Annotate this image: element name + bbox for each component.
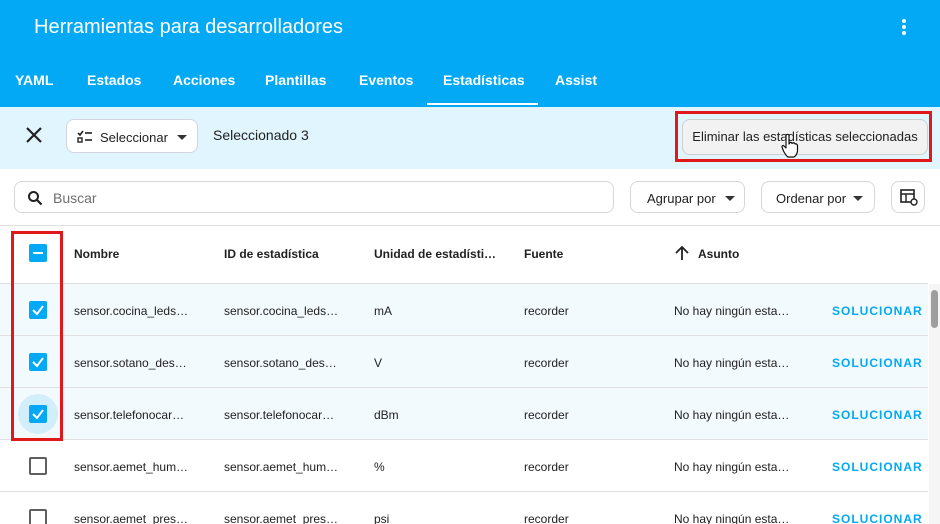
cell-issue: No hay ningún esta… bbox=[674, 356, 790, 370]
search-icon bbox=[28, 191, 43, 206]
fix-button[interactable]: SOLUCIONAR bbox=[832, 304, 923, 318]
column-header-name[interactable]: Nombre bbox=[74, 247, 119, 261]
cell-issue: No hay ningún esta… bbox=[674, 408, 790, 422]
chevron-down-icon bbox=[853, 196, 863, 201]
cell-name: sensor.telefonocar… bbox=[74, 408, 185, 422]
table-row[interactable]: sensor.cocina_leds… sensor.cocina_leds… … bbox=[0, 283, 928, 335]
row-checkbox[interactable] bbox=[29, 405, 47, 423]
fix-button[interactable]: SOLUCIONAR bbox=[832, 512, 923, 524]
row-checkbox[interactable] bbox=[29, 301, 47, 319]
table-row[interactable]: sensor.sotano_des… sensor.sotano_des… V … bbox=[0, 335, 928, 387]
tab-plantillas[interactable]: Plantillas bbox=[265, 72, 326, 88]
tab-eventos[interactable]: Eventos bbox=[359, 72, 413, 88]
cell-name: sensor.sotano_des… bbox=[74, 356, 187, 370]
column-header-issue[interactable]: Asunto bbox=[698, 247, 739, 261]
cell-source: recorder bbox=[524, 304, 569, 318]
sort-by-label: Ordenar por bbox=[776, 191, 847, 206]
tab-assist[interactable]: Assist bbox=[555, 72, 597, 88]
cell-issue: No hay ningún esta… bbox=[674, 460, 790, 474]
page-title: Herramientas para desarrolladores bbox=[34, 16, 344, 38]
cell-id: sensor.telefonocar… bbox=[224, 408, 335, 422]
hand-cursor-icon bbox=[781, 133, 799, 158]
select-mode-label: Seleccionar bbox=[100, 130, 168, 145]
search-field[interactable] bbox=[14, 181, 614, 213]
cell-name: sensor.aemet_pres… bbox=[74, 512, 189, 524]
scrollbar-thumb[interactable] bbox=[931, 290, 938, 328]
chevron-down-icon bbox=[725, 196, 735, 201]
group-by-label: Agrupar por bbox=[647, 191, 716, 206]
checklist-icon bbox=[77, 130, 92, 143]
cell-source: recorder bbox=[524, 356, 569, 370]
cell-source: recorder bbox=[524, 408, 569, 422]
cell-unit: V bbox=[374, 356, 383, 370]
cell-unit: psi bbox=[374, 512, 390, 524]
cell-issue: No hay ningún esta… bbox=[674, 512, 790, 524]
tab-yaml[interactable]: YAML bbox=[15, 72, 53, 88]
table-row[interactable]: sensor.aemet_hum… sensor.aemet_hum… % re… bbox=[0, 439, 928, 491]
search-input[interactable] bbox=[53, 188, 593, 208]
tab-estadisticas[interactable]: Estadísticas bbox=[443, 72, 525, 88]
sort-by-button[interactable]: Ordenar por bbox=[761, 181, 875, 213]
row-checkbox[interactable] bbox=[29, 509, 47, 524]
sort-ascending-icon[interactable] bbox=[674, 245, 690, 261]
group-by-button[interactable]: Agrupar por bbox=[630, 181, 745, 213]
cell-id: sensor.cocina_leds… bbox=[224, 304, 339, 318]
cell-id: sensor.aemet_hum… bbox=[224, 460, 339, 474]
active-tab-indicator bbox=[427, 103, 538, 105]
cell-name: sensor.aemet_hum… bbox=[74, 460, 189, 474]
table-settings-icon bbox=[900, 189, 918, 206]
column-header-source[interactable]: Fuente bbox=[524, 247, 563, 261]
app-header: Herramientas para desarrolladores YAML E… bbox=[0, 0, 940, 107]
cell-unit: % bbox=[374, 460, 385, 474]
cell-id: sensor.aemet_pres… bbox=[224, 512, 339, 524]
row-checkbox[interactable] bbox=[29, 353, 47, 371]
cell-source: recorder bbox=[524, 512, 569, 524]
cell-issue: No hay ningún esta… bbox=[674, 304, 790, 318]
selection-bar: Seleccionar Seleccionado 3 Eliminar las … bbox=[0, 107, 940, 169]
select-mode-dropdown[interactable]: Seleccionar bbox=[66, 119, 198, 153]
cell-unit: dBm bbox=[374, 408, 399, 422]
more-options-icon[interactable] bbox=[892, 14, 916, 40]
table-row[interactable]: sensor.telefonocar… sensor.telefonocar… … bbox=[0, 387, 928, 439]
table-settings-button[interactable] bbox=[891, 181, 925, 213]
close-selection-icon[interactable] bbox=[22, 123, 46, 147]
select-all-checkbox[interactable] bbox=[29, 244, 47, 262]
row-checkbox[interactable] bbox=[29, 457, 47, 475]
fix-button[interactable]: SOLUCIONAR bbox=[832, 460, 923, 474]
fix-button[interactable]: SOLUCIONAR bbox=[832, 408, 923, 422]
cell-id: sensor.sotano_des… bbox=[224, 356, 337, 370]
column-header-id[interactable]: ID de estadística bbox=[224, 247, 319, 261]
selected-count: Seleccionado 3 bbox=[213, 127, 309, 143]
table-top-divider bbox=[0, 225, 940, 226]
tab-acciones[interactable]: Acciones bbox=[173, 72, 235, 88]
cell-name: sensor.cocina_leds… bbox=[74, 304, 189, 318]
fix-button[interactable]: SOLUCIONAR bbox=[832, 356, 923, 370]
delete-selected-button[interactable]: Eliminar las estadísticas seleccionadas bbox=[682, 119, 928, 155]
table-row[interactable]: sensor.aemet_pres… sensor.aemet_pres… ps… bbox=[0, 491, 928, 524]
cell-source: recorder bbox=[524, 460, 569, 474]
tab-estados[interactable]: Estados bbox=[87, 72, 141, 88]
column-header-unit[interactable]: Unidad de estadísti… bbox=[374, 247, 496, 261]
chevron-down-icon bbox=[177, 135, 187, 140]
cell-unit: mA bbox=[374, 304, 392, 318]
